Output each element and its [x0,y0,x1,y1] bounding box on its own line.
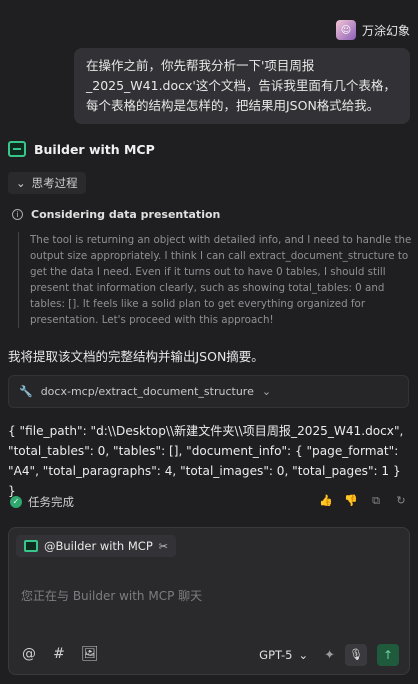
hashtag-icon[interactable]: # [51,646,67,662]
tool-call-box[interactable]: 🔧 docx-mcp/extract_document_structure ⌄ [8,375,409,408]
json-output: { "file_path": "d:\\Desktop\\新建文件夹\\项目周报… [8,424,404,498]
thinking-title-text: Considering data presentation [31,208,221,221]
composer-tools: @ # 🖼 [21,646,99,662]
thinking-toggle[interactable]: ⌄ 思考过程 [8,172,86,194]
thumbs-down-icon[interactable]: 👎 [344,494,358,508]
tool-call-name: docx-mcp/extract_document_structure [40,385,254,398]
thumbs-up-icon[interactable]: 👍 [319,494,333,508]
user-name: 万涂幻象 [361,23,410,38]
chat-composer: @Builder with MCP ✂ @ # 🖼 GPT-5 ⌄ ✦ 🎙 ↑ [8,527,410,675]
chat-input[interactable] [21,566,399,626]
tools-icon: ✂ [158,539,168,553]
message-actions: 👍 👎 ⧉ ↻ [319,494,408,508]
composer-controls: GPT-5 ⌄ ✦ 🎙 ↑ [259,644,399,666]
mention-label: @Builder with MCP [44,539,153,553]
user-header: ☺ 万涂幻象 [335,20,410,40]
task-status: ✓ 任务完成 [10,494,74,510]
thinking-body: The tool is returning an object with det… [18,232,412,328]
copy-icon[interactable]: ⧉ [369,494,383,508]
model-select[interactable]: GPT-5 ⌄ [259,648,308,662]
thinking-toggle-label: 思考过程 [31,176,78,190]
status-label: 任务完成 [28,495,74,509]
model-label: GPT-5 [259,648,293,662]
agent-logo-icon [8,141,26,157]
refresh-icon[interactable]: ↻ [394,494,408,508]
chevron-down-icon: ⌄ [261,385,272,398]
agent-logo-icon [24,540,38,552]
agent-header: Builder with MCP [8,141,155,157]
agent-mention-chip[interactable]: @Builder with MCP ✂ [16,535,176,557]
wrench-icon: 🔧 [19,385,33,398]
agent-name: Builder with MCP [34,141,155,157]
info-icon: i [12,209,23,220]
user-message-bubble: 在操作之前，你先帮我分析一下'项目周报_2025_W41.docx'这个文档，告… [74,48,410,124]
thinking-section-title: i Considering data presentation [12,208,220,221]
check-circle-icon: ✓ [10,496,22,508]
sparkle-icon[interactable]: ✦ [324,648,335,663]
at-mention-icon[interactable]: @ [21,646,37,662]
chevron-down-icon: ⌄ [298,648,309,662]
chevron-down-icon: ⌄ [16,176,26,190]
send-button[interactable]: ↑ [377,644,399,666]
agent-response-intro: 我将提取该文档的完整结构并输出JSON摘要。 [8,349,264,364]
image-icon[interactable]: 🖼 [81,646,99,662]
user-avatar[interactable]: ☺ [335,20,356,40]
microphone-button[interactable]: 🎙 [345,644,367,666]
